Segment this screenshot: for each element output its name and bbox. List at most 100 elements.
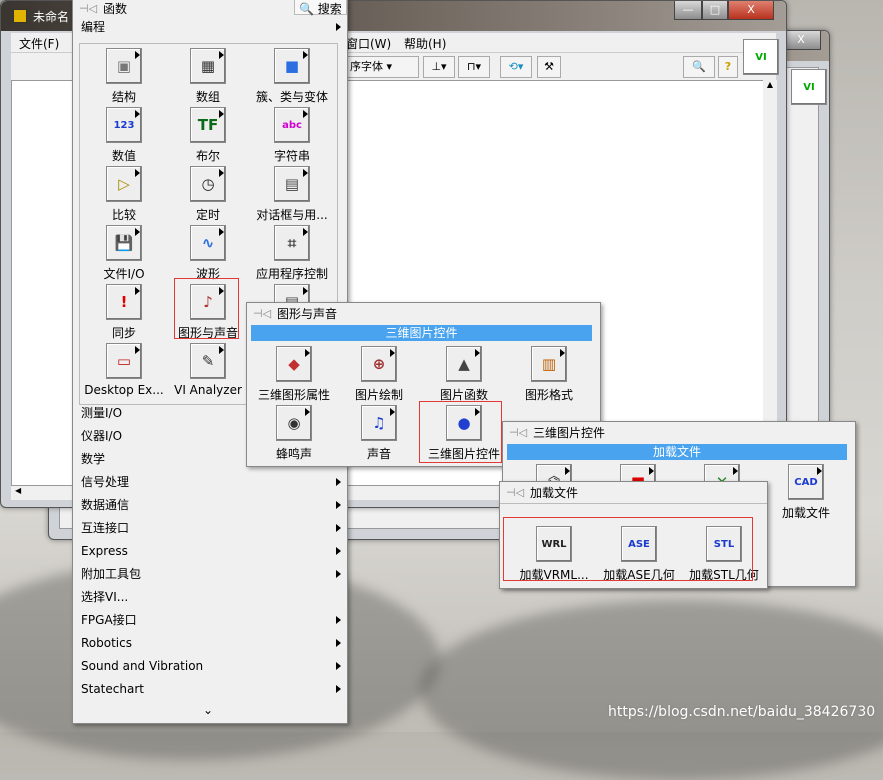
palette-item-label: 同步 (111, 326, 136, 340)
palette-item-label: 比较 (111, 208, 136, 222)
category-item[interactable]: 附加工具包 (81, 564, 341, 584)
palette-item-0-icon[interactable]: ◆ (276, 346, 312, 382)
category-item[interactable]: Sound and Vibration (81, 656, 341, 676)
palette-item-8-icon[interactable]: ▤ (274, 166, 310, 202)
menu-file[interactable]: 文件(F) (19, 35, 59, 52)
palette-item-label: 蜂鸣声 (275, 447, 312, 461)
window-title: 未命名 (33, 10, 70, 24)
palette-item-label: 加载文件 (781, 506, 830, 520)
palette-item-4-icon[interactable]: TF (190, 107, 226, 143)
category-item[interactable]: Express (81, 541, 341, 561)
labview-icon (13, 9, 27, 23)
submenu-arrow-icon (303, 228, 308, 236)
palette-item-label: 数组 (195, 90, 220, 104)
menu-help[interactable]: 帮助(H) (404, 35, 446, 52)
palette-item-16-icon[interactable]: ✎ (190, 343, 226, 379)
palette-item-label: 图片绘制 (354, 388, 403, 402)
palette-item-3-icon[interactable]: ▥ (531, 346, 567, 382)
palette-item-12-icon[interactable]: ! (106, 284, 142, 320)
submenu-arrow-icon (336, 662, 341, 670)
search-button[interactable]: 🔍 搜索 (294, 0, 347, 16)
submenu-arrow-icon (219, 228, 224, 236)
palette-item-0-icon[interactable]: ▣ (106, 48, 142, 84)
minimize-button[interactable]: — (674, 1, 702, 20)
submenu-arrow-icon (565, 467, 570, 475)
submenu-arrow-icon (303, 51, 308, 59)
help-icon[interactable]: ? (718, 56, 738, 78)
submenu-arrow-icon (733, 467, 738, 475)
palette-item-label: 声音 (366, 447, 391, 461)
palette-item-7-icon[interactable]: ◷ (190, 166, 226, 202)
category-item[interactable]: Statechart (81, 679, 341, 699)
submenu-arrow-icon (560, 349, 565, 357)
pin-icon[interactable]: ⊣◁ (253, 307, 271, 320)
expand-more-icon[interactable]: ⌄ (203, 703, 213, 717)
palette-title: 函数 (103, 1, 128, 16)
palette-item-label: 应用程序控制 (255, 267, 328, 281)
palette-item-label: 数值 (111, 149, 136, 163)
selection-box (503, 517, 753, 581)
palette-item-3-icon[interactable]: 123 (106, 107, 142, 143)
submenu-arrow-icon (475, 349, 480, 357)
pin-icon[interactable]: ⊣◁ (509, 426, 527, 439)
palette-item-2-icon[interactable]: ■ (274, 48, 310, 84)
selection-box (419, 401, 502, 463)
search-icon[interactable]: 🔍 (683, 56, 715, 78)
palette-item-label: 字符串 (273, 149, 310, 163)
palette-item-1-icon[interactable]: ⊕ (361, 346, 397, 382)
submenu-arrow-icon (336, 478, 341, 486)
distribute-button[interactable]: ⊓▾ (458, 56, 490, 78)
palette-item-1-icon[interactable]: ▦ (190, 48, 226, 84)
palette-item-label: 三维图形属性 (257, 388, 330, 402)
category-programming[interactable]: 编程 (81, 17, 341, 37)
palette-item-11-icon[interactable]: ⌗ (274, 225, 310, 261)
category-item[interactable]: 信号处理 (81, 472, 341, 492)
submenu-arrow-icon (817, 467, 822, 475)
pin-icon[interactable]: ⊣◁ (79, 2, 97, 15)
palette-item-6-icon[interactable]: ▷ (106, 166, 142, 202)
category-item[interactable]: FPGA接口 (81, 610, 341, 630)
close-button[interactable]: X (728, 1, 774, 20)
submenu-arrow-icon (305, 408, 310, 416)
category-item[interactable]: 互连接口 (81, 518, 341, 538)
pin-icon[interactable]: ⊣◁ (506, 486, 524, 499)
palette-item-2-icon[interactable]: ▲ (446, 346, 482, 382)
font-select[interactable]: 序字体 ▾ (347, 56, 419, 78)
palette-item-label: 簇、类与变体 (255, 90, 328, 104)
palette-item-label: 结构 (111, 90, 136, 104)
submenu-arrow-icon (135, 110, 140, 118)
submenu-arrow-icon (219, 110, 224, 118)
submenu-arrow-icon (135, 169, 140, 177)
submenu-arrow-icon (336, 685, 341, 693)
submenu-arrow-icon (219, 169, 224, 177)
cleanup-button[interactable]: ⚒ (537, 56, 561, 78)
palette-item-label: 定时 (195, 208, 220, 222)
vi-icon: VI (743, 39, 779, 75)
submenu-arrow-icon (135, 287, 140, 295)
category-item[interactable]: 数据通信 (81, 495, 341, 515)
align-button[interactable]: ⊥▾ (423, 56, 455, 78)
back-close-button[interactable]: X (781, 31, 821, 50)
palette-item-15-icon[interactable]: ▭ (106, 343, 142, 379)
palette-item-5-icon[interactable]: ♫ (361, 405, 397, 441)
submenu-arrow-icon (390, 408, 395, 416)
category-item[interactable]: 选择VI... (81, 587, 341, 607)
maximize-button[interactable]: □ (702, 1, 728, 20)
palette-item-3-icon[interactable]: CAD (788, 464, 824, 500)
menu-window[interactable]: 窗口(W) (346, 35, 391, 52)
reorder-button[interactable]: ⟲▾ (500, 56, 532, 78)
submenu-arrow-icon (336, 501, 341, 509)
palette-item-4-icon[interactable]: ◉ (276, 405, 312, 441)
submenu-arrow-icon (303, 287, 308, 295)
submenu-arrow-icon (303, 169, 308, 177)
palette-item-9-icon[interactable]: 💾 (106, 225, 142, 261)
category-item[interactable]: Robotics (81, 633, 341, 653)
palette-item-label: 文件I/O (103, 267, 145, 281)
watermark: https://blog.csdn.net/baidu_38426730 (608, 704, 876, 720)
palette-item-5-icon[interactable]: abc (274, 107, 310, 143)
palette-item-label: Desktop Ex... (84, 383, 164, 397)
submenu-arrow-icon (135, 228, 140, 236)
palette-item-10-icon[interactable]: ∿ (190, 225, 226, 261)
palette-item-label: VI Analyzer (174, 383, 242, 397)
highlight-label: 加载文件 (507, 444, 847, 460)
